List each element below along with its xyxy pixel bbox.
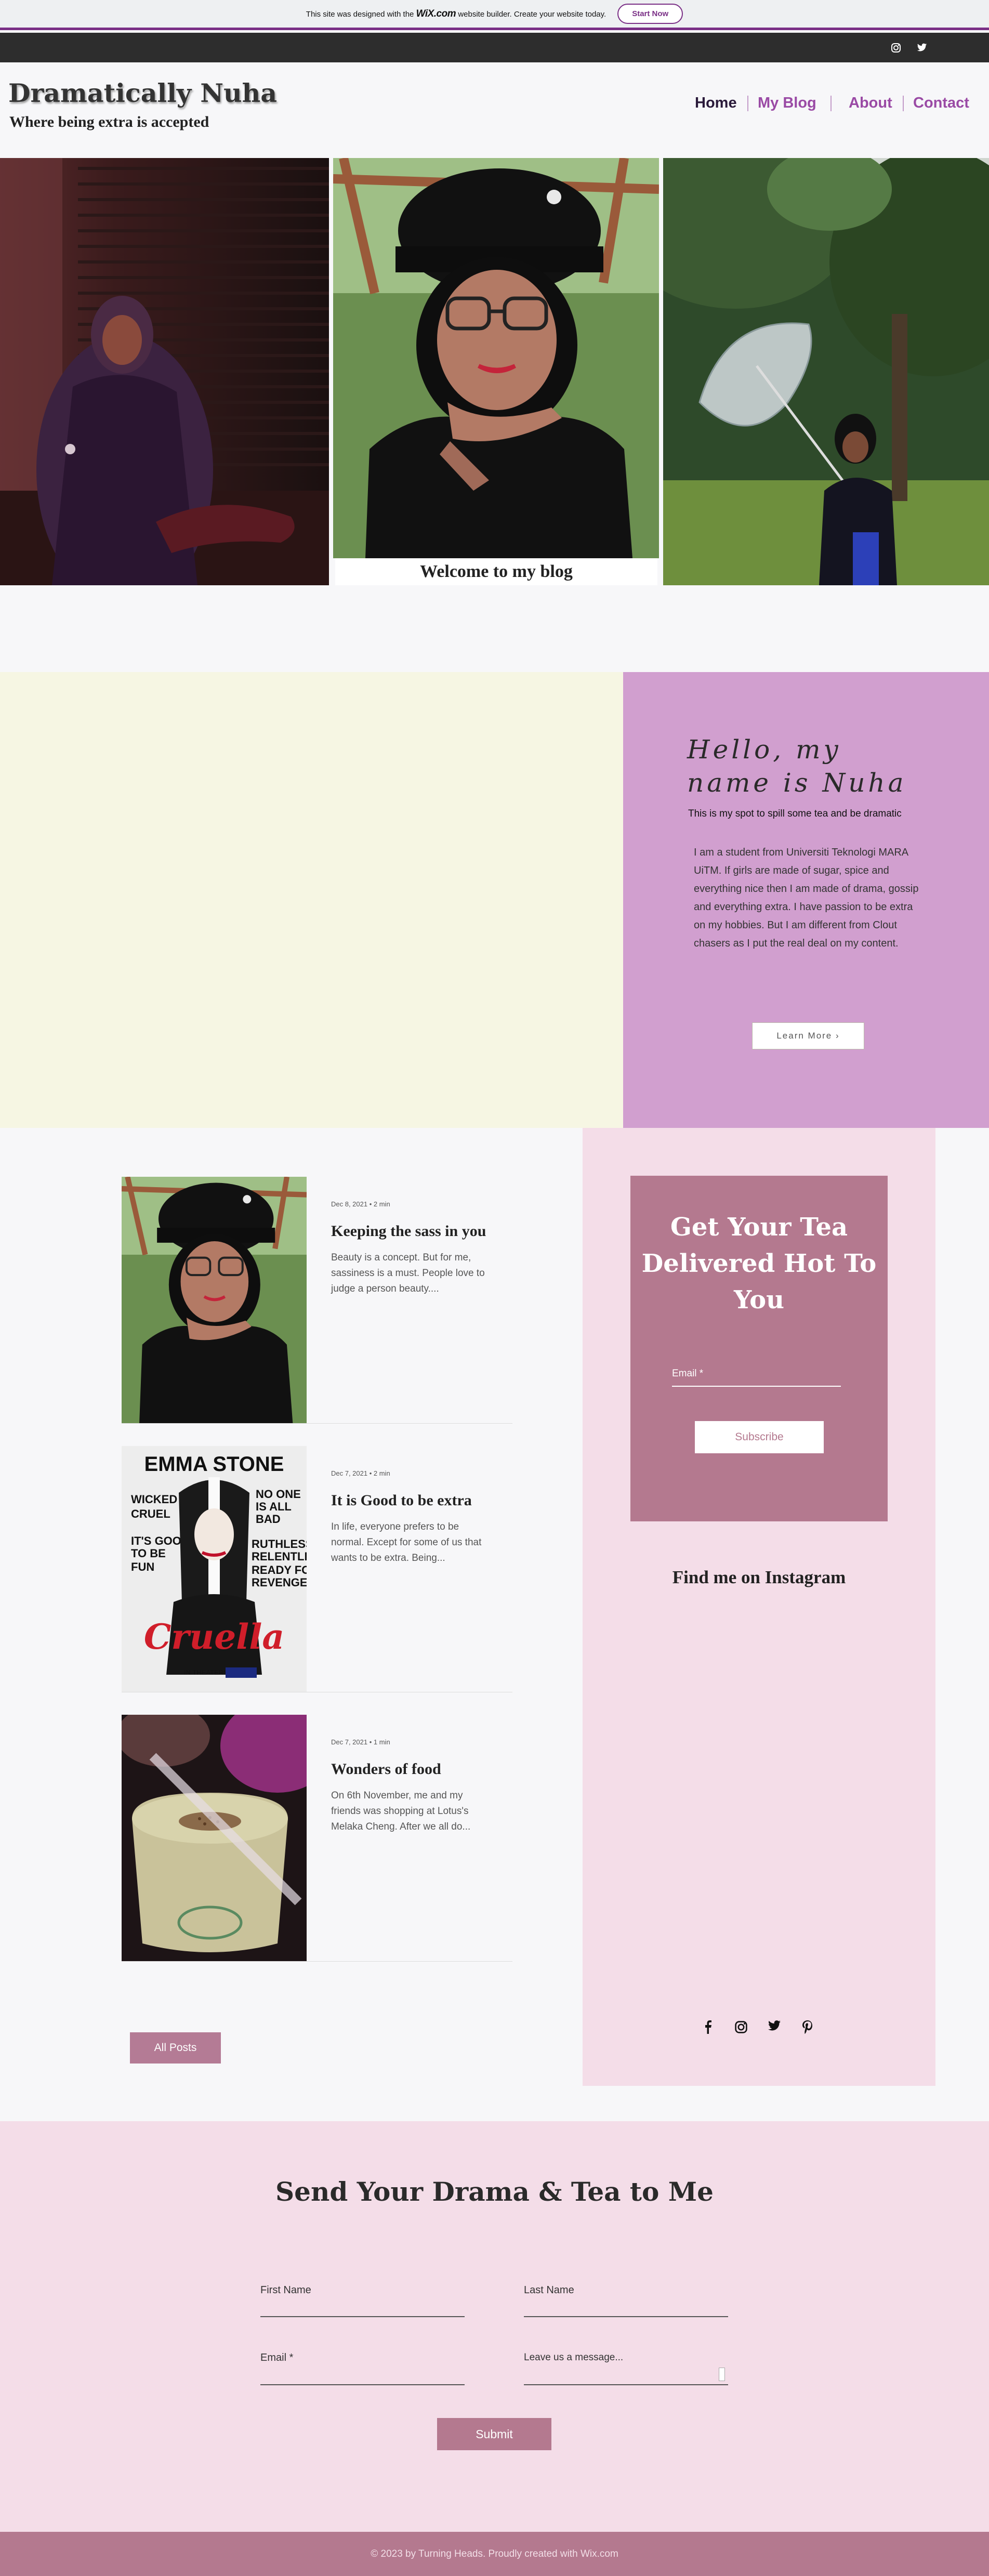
wix-logo[interactable]: WiX.com (416, 8, 456, 19)
banner-post: website builder. Create your website tod… (458, 9, 606, 19)
twitter-icon[interactable] (915, 41, 929, 55)
message-field[interactable] (524, 2384, 728, 2385)
hero-photo-umbrella (663, 158, 989, 585)
nav-divider (903, 96, 904, 111)
learn-more-button[interactable]: Learn More › (752, 1022, 864, 1049)
sidebar: Get Your Tea Delivered Hot To You Email … (583, 1128, 935, 2086)
top-social-bar (0, 33, 989, 62)
message-scroll-handle[interactable] (719, 2368, 725, 2381)
nav-about[interactable]: About (849, 95, 892, 112)
about-panel: Hello, my name is Nuha This is my spot t… (623, 672, 989, 1128)
footer: © 2023 by Turning Heads. Proudly created… (0, 2532, 989, 2576)
post-thumbnail[interactable] (122, 1177, 307, 1423)
submit-button[interactable]: Submit (437, 2418, 551, 2450)
email-label: Email * (672, 1368, 704, 1379)
subscribe-email-input[interactable] (672, 1385, 841, 1387)
post-title[interactable]: Wonders of food (331, 1760, 441, 1778)
post-meta: Dec 8, 2021 • 2 min (331, 1200, 390, 1208)
poster-right-5: RELENTLESS (252, 1550, 307, 1563)
start-now-button[interactable]: Start Now (617, 4, 683, 24)
post-divider (122, 1961, 512, 1962)
poster-top-text: EMMA STONE (144, 1453, 284, 1476)
post-title[interactable]: It is Good to be extra (331, 1492, 472, 1509)
site-header: Dramatically Nuha Where being extra is a… (0, 62, 989, 158)
poster-left-4: TO BE (131, 1547, 166, 1560)
poster-right-3: BAD (256, 1513, 281, 1526)
post-meta: Dec 7, 2021 • 2 min (331, 1469, 390, 1477)
last-name-field[interactable] (524, 2316, 728, 2317)
post-excerpt: On 6th November, me and my friends was s… (331, 1790, 471, 1832)
message-label: Leave us a message... (524, 2352, 624, 2363)
nav-divider (830, 96, 832, 111)
about-heading: Hello, my name is Nuha (687, 734, 907, 798)
site-title[interactable]: Dramatically Nuha (8, 78, 277, 108)
twitter-icon[interactable] (767, 2020, 782, 2036)
poster-right-2: IS ALL (256, 1500, 292, 1513)
wix-banner: This site was designed with the WiX.com … (0, 0, 989, 30)
post-excerpt: In life, everyone prefers to be normal. … (331, 1521, 482, 1563)
poster-title: Cruella (144, 1616, 284, 1657)
nav-divider (747, 96, 748, 111)
instagram-heading: Find me on Instagram (672, 1567, 846, 1587)
banner-text: This site was designed with the WiX.com … (306, 8, 606, 20)
poster-right-7: REVENGE (252, 1576, 307, 1589)
hero-photo-window (0, 158, 329, 585)
poster-right-6: READY FOR (252, 1563, 307, 1576)
subscribe-button[interactable]: Subscribe (695, 1421, 824, 1453)
post-title[interactable]: Keeping the sass in you (331, 1223, 486, 1240)
post-thumbnail[interactable]: EMMA STONE WICKED CRUEL IT'S GOOD TO BE … (122, 1446, 307, 1692)
first-name-label: First Name (260, 2284, 311, 2296)
email-label: Email * (260, 2352, 294, 2363)
nav-home[interactable]: Home (695, 95, 737, 112)
all-posts-button[interactable]: All Posts (130, 2032, 221, 2064)
post-meta: Dec 7, 2021 • 1 min (331, 1738, 390, 1746)
about-empty-panel (0, 672, 623, 1128)
facebook-icon[interactable] (700, 2020, 716, 2036)
contact-title: Send Your Drama & Tea to Me (275, 2176, 714, 2207)
about-subheading: This is my spot to spill some tea and be… (688, 808, 902, 819)
welcome-banner: Welcome to my blog (335, 558, 657, 585)
poster-left-1: WICKED (131, 1493, 177, 1506)
nav-contact[interactable]: Contact (913, 95, 969, 112)
poster-left-2: CRUEL (131, 1507, 170, 1520)
post-thumbnail[interactable] (122, 1715, 307, 1961)
site-tagline: Where being extra is accepted (9, 113, 209, 130)
instagram-icon[interactable] (889, 41, 903, 55)
subscribe-title: Get Your Tea Delivered Hot To You (641, 1213, 877, 1315)
contact-section: Send Your Drama & Tea to Me First Name L… (0, 2121, 989, 2532)
nav-my-blog[interactable]: My Blog (758, 95, 816, 112)
poster-sub: IN THEATERS (184, 1668, 228, 1676)
instagram-icon[interactable] (733, 2020, 749, 2036)
first-name-field[interactable] (260, 2316, 465, 2317)
poster-right-4: RUTHLESS (252, 1537, 307, 1550)
pinterest-icon[interactable] (800, 2020, 815, 2036)
last-name-label: Last Name (524, 2284, 574, 2296)
footer-text: © 2023 by Turning Heads. Proudly created… (371, 2548, 618, 2559)
hero-photo-selfie (333, 158, 659, 585)
poster-left-5: FUN (131, 1560, 154, 1573)
post-divider (122, 1423, 512, 1424)
email-field[interactable] (260, 2384, 465, 2385)
banner-pre: This site was designed with the (306, 9, 414, 19)
about-body: I am a student from Universiti Teknologi… (694, 847, 919, 949)
poster-right-1: NO ONE (256, 1488, 301, 1501)
post-excerpt: Beauty is a concept. But for me, sassine… (331, 1252, 485, 1294)
subscribe-box: Get Your Tea Delivered Hot To You Email … (630, 1176, 888, 1521)
